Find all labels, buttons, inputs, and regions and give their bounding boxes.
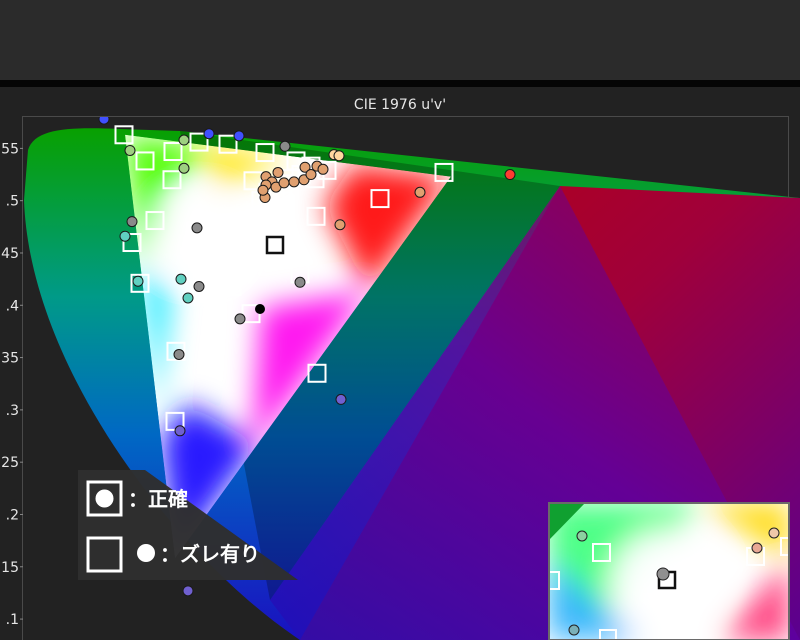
measured-point [294, 276, 306, 288]
y-tick-label: .1 [6, 612, 19, 628]
measured-point [124, 144, 136, 156]
y-tick-label: .55 [0, 141, 19, 157]
y-tick-label: .2 [6, 507, 19, 523]
measured-point [178, 134, 190, 146]
measured-point [278, 177, 290, 189]
measured-point [126, 216, 138, 228]
measured-point [333, 150, 345, 162]
y-tick-label: .35 [0, 351, 19, 367]
screenshot: CIE 1976 u'v' .55 .5 .45 .4 .35 .3 .25 .2 .15 .1 [0, 0, 800, 640]
measured-point [191, 222, 203, 234]
measured-point [272, 166, 284, 178]
legend-correct-label: ：正確 [128, 487, 188, 511]
zoom-inset [548, 502, 790, 640]
chart-title: CIE 1976 u'v' [354, 97, 446, 113]
y-tick-label: .25 [0, 455, 19, 471]
measured-point [568, 624, 580, 636]
legend-deviation-label: ：ズレ有り [160, 542, 260, 566]
measured-point [317, 163, 329, 175]
measured-point [414, 186, 426, 198]
measured-point [335, 393, 347, 405]
legend-circle-icon [95, 489, 114, 508]
measured-point [257, 184, 269, 196]
measured-point [279, 140, 291, 152]
measured-point [288, 176, 300, 188]
toolbar-divider [0, 80, 800, 87]
y-tick-label: .3 [6, 403, 19, 419]
measured-point [182, 585, 194, 597]
chromaticity-chart: CIE 1976 u'v' .55 .5 .45 .4 .35 .3 .25 .2 .15 .1 [0, 0, 800, 640]
measured-point [751, 542, 763, 554]
measured-point [182, 292, 194, 304]
measured-point [233, 130, 245, 142]
top-toolbar [0, 0, 800, 80]
y-tick-label: .45 [0, 246, 19, 262]
measured-point [768, 527, 780, 539]
measured-point [175, 273, 187, 285]
measured-point [504, 169, 516, 181]
measured-point [178, 162, 190, 174]
measured-point [193, 280, 205, 292]
measured-point [305, 169, 317, 181]
measured-point [255, 304, 265, 314]
legend-circle-icon [137, 544, 155, 562]
y-tick-label: .15 [0, 560, 19, 576]
measured-point [174, 425, 186, 437]
measured-point [119, 230, 131, 242]
y-tick-label: .4 [6, 298, 19, 314]
measured-point [132, 275, 144, 287]
measured-point [234, 313, 246, 325]
measured-point [173, 348, 185, 360]
measured-point [576, 530, 588, 542]
measured-point [656, 567, 670, 581]
measured-point [334, 219, 346, 231]
measured-point [203, 128, 215, 140]
y-tick-label: .5 [6, 194, 19, 210]
